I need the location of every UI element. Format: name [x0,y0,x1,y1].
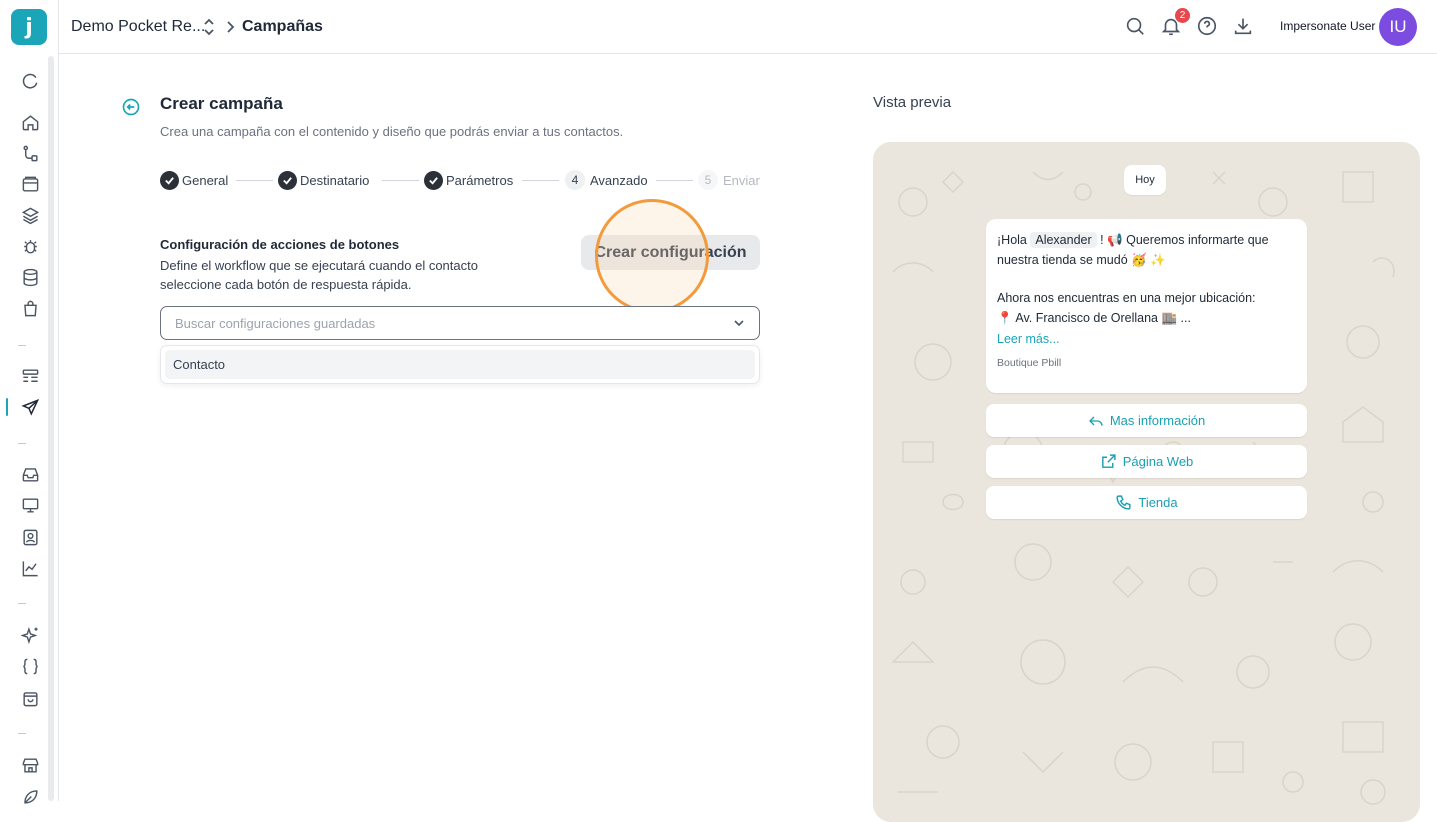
page-subtitle: Crea una campaña con el contenido y dise… [160,124,624,139]
sidebar-scrollbar[interactable] [48,56,54,801]
user-name[interactable]: Impersonate User [1280,19,1375,33]
sidebar-divider [18,603,26,604]
message-line: ¡Hola Alexander ! 📢 Queremos informarte … [997,231,1296,251]
preview-title: Vista previa [873,94,952,111]
breadcrumb-current: Campañas [242,18,323,35]
message-line: nuestra tienda se mudó 🥳 ✨ [997,252,1166,267]
step-label: Destinatario [300,172,370,188]
notification-badge: 2 [1175,8,1190,23]
chart-icon[interactable] [19,557,41,579]
chevron-up-down-icon[interactable] [201,17,217,37]
layers-icon[interactable] [19,204,41,226]
monitor-icon[interactable] [19,494,41,516]
date-chip: Hoy [1124,165,1166,195]
step-number: 5 [698,170,718,190]
list-icon[interactable] [19,365,41,387]
step-number: 4 [565,170,585,190]
step-connector [656,180,693,181]
sidebar-divider [18,443,26,444]
sparkles-icon[interactable] [19,624,41,646]
search-icon[interactable] [1124,15,1146,37]
message-line: 📍 Av. Francisco de Orellana 🏬 ... [997,310,1191,325]
bag-icon[interactable] [19,297,41,319]
quick-reply-pagina-web[interactable]: Página Web [986,445,1307,478]
leaf-icon[interactable] [19,785,41,807]
button-label: Mas información [1109,413,1206,428]
search-placeholder: Buscar configuraciones guardadas [175,315,376,331]
step-connector [382,180,419,181]
step-destinatario[interactable]: Destinatario [278,170,369,190]
refresh-icon[interactable] [19,70,41,92]
step-label: Parámetros [446,172,514,188]
message-line: Ahora nos encuentras en una mejor ubicac… [997,291,1256,305]
home-icon[interactable] [19,111,41,133]
dropdown-option-contacto[interactable]: Contacto [165,350,755,379]
message-text: ! 📢 Queremos informarte que [1100,233,1269,247]
braces-icon[interactable] [19,655,41,677]
phone-icon [1115,494,1132,511]
avatar[interactable]: IU [1379,8,1417,46]
message-footer: Boutique Pbill [997,356,1062,369]
org-name[interactable]: Demo Pocket Re... [71,18,205,36]
step-label: Avanzado [590,172,648,188]
chevron-right-icon [225,19,235,35]
message-variable: Alexander [1030,232,1097,248]
active-indicator [6,398,8,416]
reply-icon [1088,413,1104,429]
message-text: ¡Hola [997,233,1027,247]
step-avanzado[interactable]: 4 Avanzado [565,170,648,190]
database-icon[interactable] [19,266,41,288]
back-arrow-icon[interactable] [121,97,141,117]
step-connector [236,180,273,181]
step-parametros[interactable]: Parámetros [424,170,513,190]
logo-letter: j [25,14,33,40]
external-link-icon [1100,453,1117,470]
create-configuration-button[interactable]: Crear configuración [581,235,760,270]
check-icon [160,170,179,190]
quick-reply-mas-informacion[interactable]: Mas información [986,404,1307,437]
shop-icon[interactable] [19,754,41,776]
section-title: Configuración de acciones de botones [160,237,400,252]
app-logo[interactable]: j [11,9,47,45]
page-title: Crear campaña [160,94,283,113]
step-label: General [182,172,229,188]
step-enviar: 5 Enviar [698,170,760,190]
step-connector [522,180,559,181]
section-description: Define el workflow que se ejecutará cuan… [160,258,478,292]
check-icon [278,170,297,190]
sidebar: j [0,0,59,804]
step-label: Enviar [723,172,760,188]
bug-icon[interactable] [19,235,41,257]
flow-icon[interactable] [19,142,41,164]
config-dropdown: Contacto [160,345,760,384]
archive-icon[interactable] [19,173,41,195]
contact-icon[interactable] [19,526,41,548]
read-more-link[interactable]: Leer más... [997,330,1296,350]
button-label: Página Web [1122,454,1194,469]
send-icon[interactable] [19,396,41,418]
button-label: Tienda [1138,495,1178,510]
step-general[interactable]: General [160,170,228,190]
download-icon[interactable] [1232,15,1254,37]
help-icon[interactable] [1196,15,1218,37]
inbox-icon[interactable] [19,463,41,485]
topbar: Demo Pocket Re... Campañas 2 Impersonate… [59,0,1437,54]
message-bubble: ¡Hola Alexander ! 📢 Queremos informarte … [986,219,1307,393]
sidebar-divider [18,345,26,346]
saved-config-search-input[interactable]: Buscar configuraciones guardadas [160,306,760,340]
chevron-down-icon [733,317,745,329]
chat-preview: Hoy ¡Hola Alexander ! 📢 Queremos informa… [873,142,1420,822]
check-icon [424,170,443,190]
store-bag-icon[interactable] [19,687,41,709]
sidebar-divider [18,733,26,734]
quick-reply-tienda[interactable]: Tienda [986,486,1307,519]
